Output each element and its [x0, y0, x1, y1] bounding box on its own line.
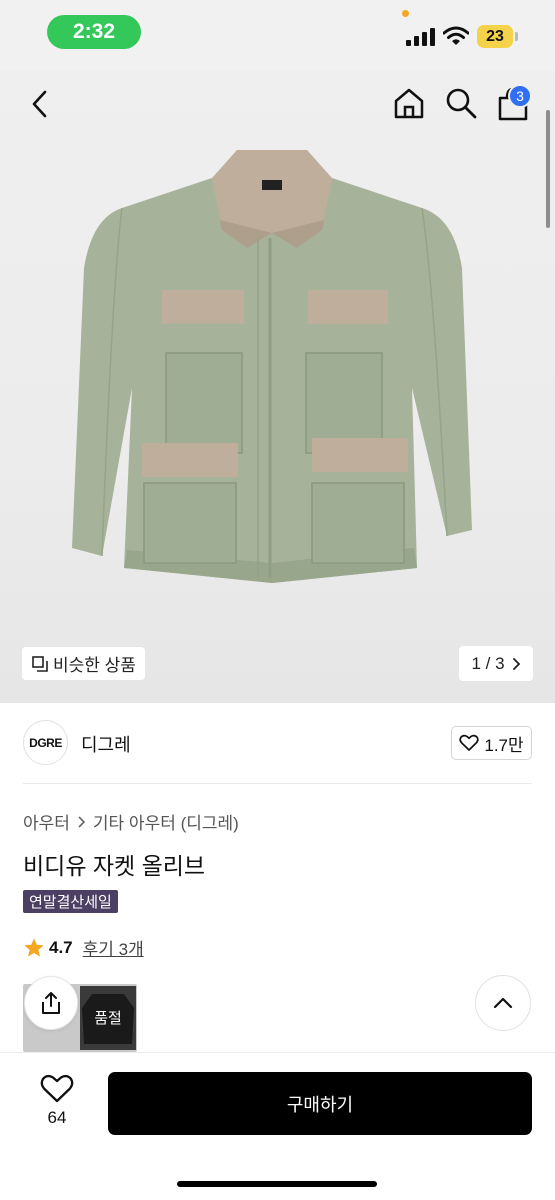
- buy-button[interactable]: 구매하기: [108, 1072, 532, 1135]
- similar-products-label: 비슷한 상품: [53, 656, 136, 675]
- battery-icon: 23: [477, 25, 513, 48]
- back-icon[interactable]: [26, 88, 56, 120]
- cart-count-badge[interactable]: 3: [508, 84, 532, 108]
- share-button[interactable]: [24, 976, 78, 1030]
- star-icon: [24, 938, 44, 957]
- wishlist-heart-icon[interactable]: [40, 1074, 74, 1104]
- product-image[interactable]: [62, 138, 482, 598]
- scroll-top-button[interactable]: [475, 975, 531, 1031]
- chevron-right-icon: [78, 815, 86, 828]
- image-pager-button[interactable]: 1 / 3: [459, 646, 533, 681]
- soldout-label: 품절: [94, 1010, 122, 1027]
- signal-icon: [406, 28, 435, 46]
- status-bar: 2:32 23: [0, 0, 555, 70]
- home-icon[interactable]: [392, 86, 426, 120]
- scroll-indicator: [546, 110, 550, 228]
- privacy-indicator-dot: [402, 10, 409, 17]
- share-icon: [42, 992, 60, 1014]
- breadcrumb-item[interactable]: 기타 아우터 (디그레): [93, 809, 239, 834]
- heart-icon: [459, 734, 480, 751]
- similar-items-icon: [32, 655, 48, 672]
- chevron-up-icon: [493, 997, 513, 1009]
- brand-like-button[interactable]: 1.7만: [451, 726, 532, 760]
- breadcrumb-item[interactable]: 아우터: [23, 809, 70, 834]
- brand-logo[interactable]: DGRE: [23, 720, 68, 765]
- breadcrumb: 아우터 기타 아우터 (디그레): [23, 809, 239, 834]
- brand-name[interactable]: 디그레: [81, 731, 131, 757]
- review-count-link[interactable]: 후기 3개: [83, 935, 144, 960]
- wishlist-count: 64: [47, 1108, 67, 1127]
- section-divider: [23, 783, 532, 784]
- home-indicator: [177, 1181, 377, 1187]
- wifi-icon: [443, 26, 469, 45]
- battery-tip: [515, 32, 518, 41]
- chevron-right-icon: [512, 657, 520, 670]
- brand-like-count: 1.7만: [484, 735, 524, 755]
- rating-value: 4.7: [49, 937, 73, 957]
- sale-badge: 연말결산세일: [23, 890, 118, 913]
- search-icon[interactable]: [444, 86, 478, 120]
- similar-products-button[interactable]: 비슷한 상품: [22, 647, 145, 680]
- status-time: 2:32: [47, 15, 141, 49]
- product-title: 비디유 자켓 올리브: [23, 853, 206, 879]
- image-pager-label: 1 / 3: [471, 653, 505, 673]
- rating-row: 4.7 후기 3개: [23, 935, 144, 960]
